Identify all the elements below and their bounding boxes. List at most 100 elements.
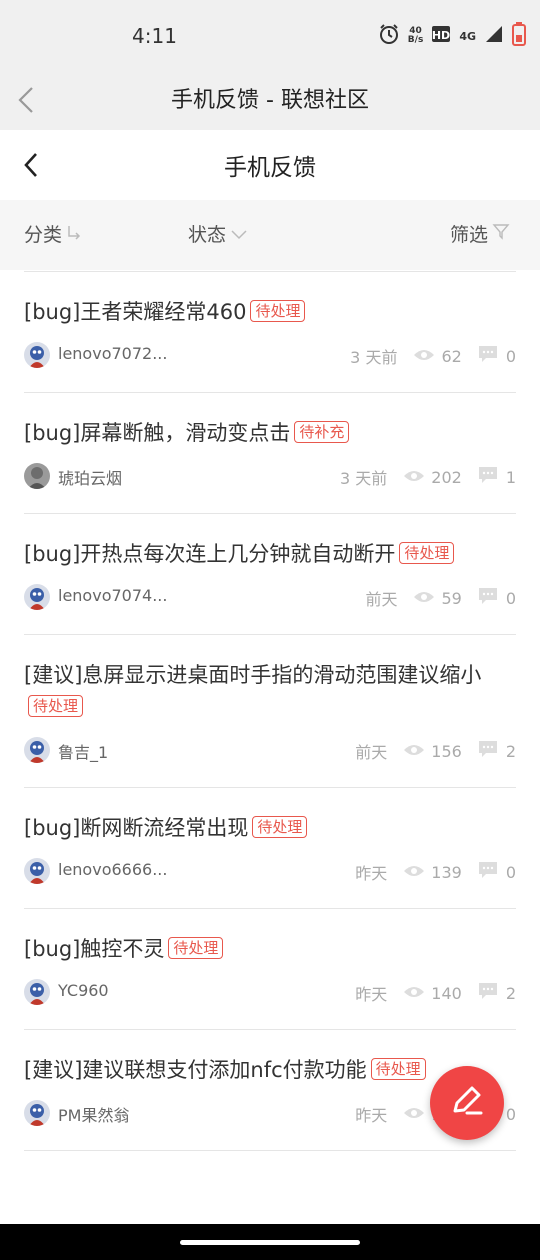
status-bar: 4:11 40 B/s HD 4G (0, 0, 540, 70)
status-badge: 待处理 (28, 695, 84, 717)
system-nav-bar (0, 1224, 540, 1260)
post-title-row: [bug]王者荣耀经常460 待处理 (24, 272, 516, 328)
view-count: 156 (431, 741, 462, 761)
comment-icon (478, 740, 498, 762)
post-item[interactable]: [bug]屏幕断触，滑动变点击 待补充 琥珀云烟 3 天前 202 1 (24, 393, 516, 514)
post-meta: 琥珀云烟 3 天前 202 1 (24, 455, 516, 513)
chevron-down-icon (230, 223, 248, 245)
post-item[interactable]: [建议]息屏显示进桌面时手指的滑动范围建议缩小待处理鲁吉_1 前天 156 2 (24, 635, 516, 788)
status-filter[interactable]: 状态 (188, 220, 248, 247)
eye-icon (413, 589, 435, 608)
author-name[interactable]: 鲁吉_1 (58, 739, 108, 763)
views: 156 (403, 742, 462, 761)
comment-icon (478, 982, 498, 1004)
page-title: 手机反馈 - 联想社区 (171, 88, 369, 113)
home-indicator[interactable] (180, 1240, 360, 1245)
post-time: 昨天 (355, 1106, 388, 1125)
author-name[interactable]: lenovo6666... (58, 860, 167, 879)
views: 62 (413, 346, 462, 366)
avatar[interactable] (24, 1100, 50, 1126)
status-badge: 待处理 (252, 816, 308, 838)
post-stats: 前天 156 2 (355, 739, 516, 763)
status-icons: 40 B/s HD 4G (378, 22, 526, 50)
comment-icon (478, 345, 498, 367)
comments: 0 (478, 587, 516, 609)
status-badge: 待补充 (294, 421, 350, 443)
battery-icon (512, 22, 526, 50)
svg-text:HD: HD (432, 29, 450, 42)
post-title: [bug]开热点每次连上几分钟就自动断开 (24, 542, 396, 566)
status-filter-label: 状态 (188, 224, 227, 246)
views: 140 (403, 984, 462, 1003)
comment-count: 0 (505, 862, 516, 882)
post-meta: 鲁吉_1 前天 156 2 (24, 729, 516, 787)
post-title: [建议]建议联想支付添加nfc付款功能 (24, 1058, 367, 1082)
eye-icon (413, 347, 435, 366)
new-post-button[interactable] (430, 1066, 504, 1140)
avatar[interactable] (24, 858, 50, 884)
view-count: 59 (441, 588, 462, 608)
author-name[interactable]: lenovo7074... (58, 586, 167, 605)
title-bar: 手机反馈 - 联想社区 (0, 70, 540, 130)
views: 202 (403, 468, 462, 487)
section-header: 手机反馈 (0, 130, 540, 200)
comment-icon (478, 861, 498, 883)
author-name[interactable]: YC960 (58, 981, 109, 1000)
avatar[interactable] (24, 737, 50, 763)
section-title: 手机反馈 (224, 155, 316, 181)
category-filter[interactable]: 分类 (24, 220, 82, 247)
comment-count: 2 (505, 741, 516, 761)
post-time: 前天 (355, 743, 388, 762)
comment-count: 2 (505, 983, 516, 1003)
post-meta: lenovo7072... 3 天前 62 0 (24, 334, 516, 392)
author-name[interactable]: PM果然翁 (58, 1102, 129, 1126)
post-stats: 昨天 140 2 (355, 981, 516, 1005)
eye-icon (403, 1105, 425, 1124)
avatar[interactable] (24, 584, 50, 610)
hd-icon: HD (431, 24, 451, 48)
comments: 2 (478, 982, 516, 1004)
post-title-row: [建议]息屏显示进桌面时手指的滑动范围建议缩小待处理 (24, 635, 516, 723)
post-title-row: [bug]触控不灵 待处理 (24, 909, 516, 965)
status-badge: 待处理 (250, 300, 306, 322)
status-time: 4:11 (132, 24, 177, 48)
post-time: 3 天前 (350, 348, 398, 367)
avatar[interactable] (24, 342, 50, 368)
net-speed: 40 B/s (407, 26, 424, 45)
post-title: [bug]断网断流经常出现 (24, 816, 249, 840)
views: 139 (403, 863, 462, 882)
post-item[interactable]: [bug]开热点每次连上几分钟就自动断开 待处理 lenovo7074... 前天 59… (24, 514, 516, 635)
screen-filter[interactable]: 筛选 (450, 220, 510, 247)
funnel-icon (492, 222, 510, 245)
avatar[interactable] (24, 463, 50, 489)
comments: 2 (478, 740, 516, 762)
eye-icon (403, 468, 425, 487)
avatar[interactable] (24, 979, 50, 1005)
comment-icon (478, 587, 498, 609)
post-meta: lenovo7074... 前天 59 0 (24, 576, 516, 634)
post-meta: lenovo6666... 昨天 139 0 (24, 850, 516, 908)
post-meta: YC960 昨天 140 2 (24, 971, 516, 1029)
comment-count: 1 (505, 467, 516, 487)
post-item[interactable]: [bug]断网断流经常出现 待处理 lenovo6666... 昨天 139 0 (24, 788, 516, 909)
view-count: 140 (431, 983, 462, 1003)
post-title: [bug]触控不灵 (24, 937, 165, 961)
author-name[interactable]: lenovo7072... (58, 344, 167, 363)
alarm-icon (378, 23, 400, 49)
post-time: 昨天 (355, 864, 388, 883)
author-name[interactable]: 琥珀云烟 (58, 465, 122, 489)
post-item[interactable]: [bug]触控不灵 待处理 YC960 昨天 140 2 (24, 909, 516, 1030)
post-item[interactable]: [bug]王者荣耀经常460 待处理 lenovo7072... 3 天前 62 0 (24, 272, 516, 393)
post-title: [建议]息屏显示进桌面时手指的滑动范围建议缩小 (24, 663, 482, 687)
network-type: 4G (459, 29, 476, 43)
post-stats: 前天 59 0 (365, 586, 516, 610)
post-title: [bug]王者荣耀经常460 (24, 300, 247, 324)
status-badge: 待处理 (168, 937, 224, 959)
signal-icon (484, 24, 504, 48)
view-count: 62 (441, 346, 462, 366)
eye-icon (403, 742, 425, 761)
post-time: 3 天前 (339, 469, 388, 488)
post-list: [bug]王者荣耀经常460 待处理 lenovo7072... 3 天前 62 0 [bu… (0, 272, 540, 1151)
view-count: 202 (431, 467, 462, 487)
post-stats: 昨天 139 0 (355, 860, 516, 884)
